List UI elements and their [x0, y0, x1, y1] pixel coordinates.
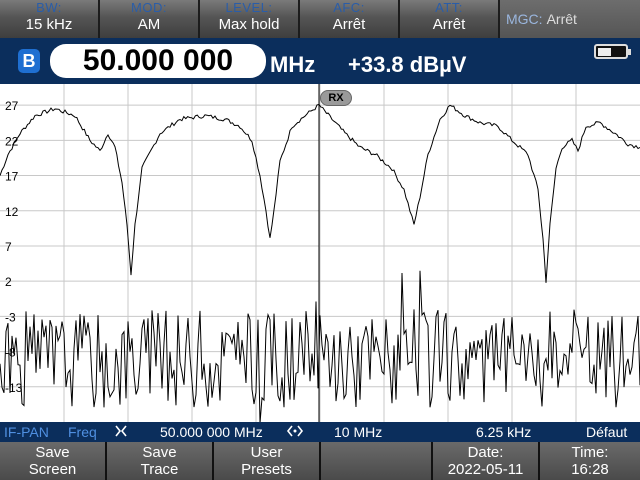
bandwidth-value: 15 kHz: [25, 16, 73, 33]
softkey-line2: 16:28: [571, 461, 609, 478]
mode-value: Défaut: [586, 424, 628, 440]
mgc-label: MGC:: [506, 11, 543, 27]
step-value: 6.25 kHz: [476, 424, 532, 440]
bandwidth-label: BW:: [36, 0, 62, 15]
freq-mode-label: Freq: [68, 424, 97, 440]
modulation-label: MOD:: [131, 0, 167, 15]
level-param[interactable]: LEVEL: Max hold: [200, 0, 300, 38]
softkey-line2: Screen: [28, 461, 77, 478]
y-tick-label: -3: [5, 310, 16, 324]
center-frequency: 50.000 000 MHz: [160, 424, 263, 440]
if-pan-info-bar: IF-PAN Freq 50.000 000 MHz 10 MHz 6.25 k…: [0, 422, 640, 442]
bandwidth-param[interactable]: BW: 15 kHz: [0, 0, 100, 38]
softkey-line1: Time:: [571, 444, 609, 461]
date-softkey[interactable]: Date: 2022-05-11: [433, 442, 538, 480]
y-tick-label: 2: [5, 275, 12, 289]
span-value: 10 MHz: [334, 424, 383, 440]
afc-value: Arrêt: [332, 16, 366, 33]
signal-level-readout: +33.8 dBµV: [348, 52, 467, 77]
mgc-param[interactable]: MGC: Arrêt: [500, 0, 640, 38]
y-tick-label: 27: [5, 99, 19, 113]
softkey-line1: Date:: [467, 444, 504, 461]
softkey-line1: Save: [142, 444, 177, 461]
y-tick-label: 22: [5, 134, 19, 148]
empty-softkey[interactable]: [321, 442, 431, 480]
rx-marker-tag[interactable]: RX: [320, 90, 352, 106]
save-screen-button[interactable]: Save Screen: [0, 442, 105, 480]
battery-icon: [594, 44, 631, 59]
band-badge[interactable]: B: [18, 49, 40, 73]
y-tick-label: 7: [5, 240, 12, 254]
afc-param[interactable]: AFC: Arrêt: [300, 0, 400, 38]
if-pan-label: IF-PAN: [4, 424, 49, 440]
attenuator-label: ATT:: [435, 0, 463, 15]
frequency-unit: MHz: [270, 52, 316, 77]
spectrum-plot[interactable]: 2722171272-3-8-13: [0, 84, 640, 422]
softkey-line2: 2022-05-11: [447, 461, 524, 478]
attenuator-value: Arrêt: [432, 16, 466, 33]
modulation-value: AM: [137, 16, 161, 33]
frequency-bar: B 50.000 000 MHz +33.8 dBµV: [0, 38, 640, 84]
modulation-param[interactable]: MOD: AM: [100, 0, 200, 38]
softkey-line2: Trace: [140, 461, 179, 478]
span-icon: [286, 424, 304, 441]
y-tick-label: 17: [5, 170, 19, 184]
softkey-line2: Presets: [241, 461, 292, 478]
attenuator-param[interactable]: ATT: Arrêt: [400, 0, 500, 38]
level-value: Max hold: [218, 16, 280, 33]
y-tick-label: 12: [5, 205, 19, 219]
mgc-value: Arrêt: [546, 11, 577, 27]
time-softkey[interactable]: Time: 16:28: [540, 442, 640, 480]
softkey-bar: Save Screen Save Trace User Presets Date…: [0, 442, 640, 480]
center-marker-icon: [114, 424, 128, 441]
parameter-bar: BW: 15 kHz MOD: AM LEVEL: Max hold AFC: …: [0, 0, 640, 38]
afc-label: AFC:: [333, 0, 365, 15]
y-tick-label: -13: [5, 381, 23, 395]
frequency-input[interactable]: 50.000 000: [50, 44, 266, 78]
softkey-line1: Save: [35, 444, 70, 461]
battery-fill: [598, 48, 611, 56]
save-trace-button[interactable]: Save Trace: [107, 442, 212, 480]
softkey-line1: User: [250, 444, 283, 461]
user-presets-button[interactable]: User Presets: [214, 442, 319, 480]
level-label: LEVEL:: [225, 0, 273, 15]
